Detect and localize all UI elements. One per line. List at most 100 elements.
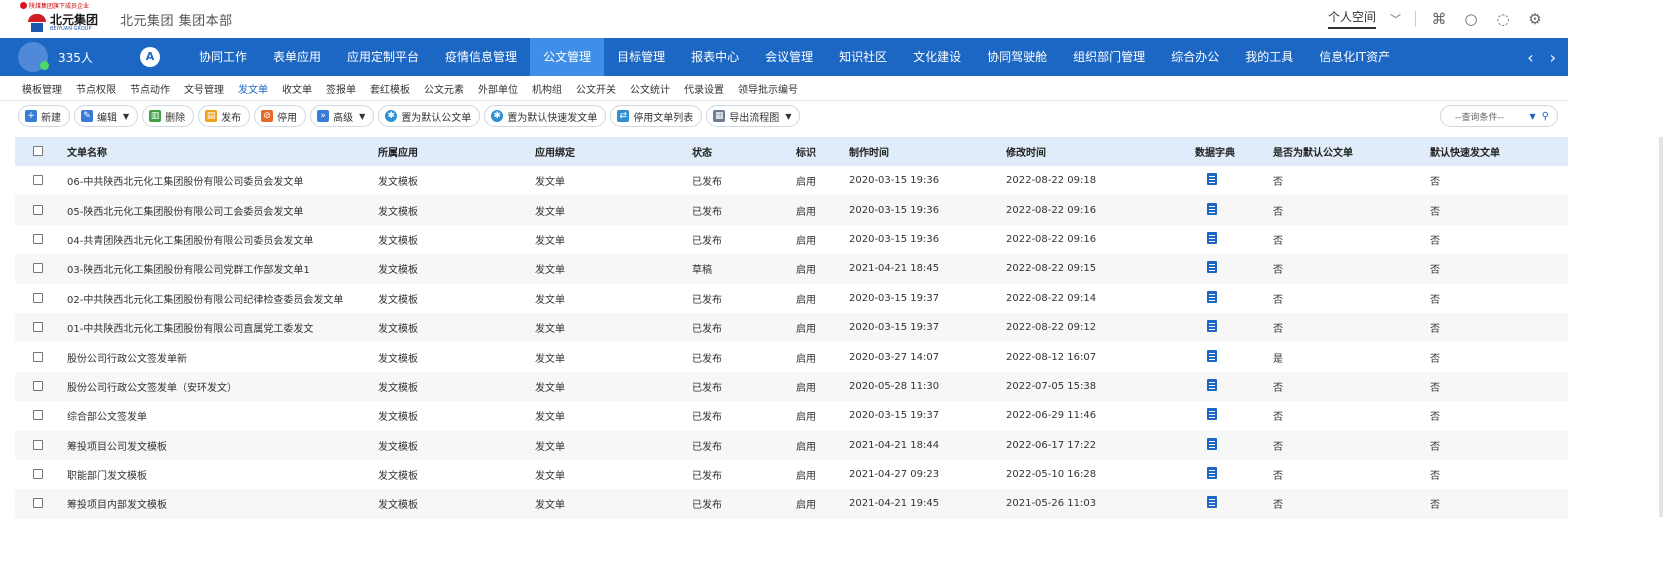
set-default-button[interactable]: ✱ 置为默认公文单 <box>378 105 481 127</box>
disabled-list-button[interactable]: ⇄ 停用文单列表 <box>610 105 703 127</box>
data-dictionary-icon[interactable] <box>1207 173 1217 186</box>
row-checkbox[interactable] <box>33 410 43 421</box>
nav-item[interactable]: 会议管理 <box>752 38 826 76</box>
data-dictionary-icon[interactable] <box>1207 231 1217 244</box>
column-header[interactable]: 应用绑定 <box>529 137 686 166</box>
chevron-down-icon[interactable]: ▼ <box>1530 112 1536 121</box>
table-cell[interactable]: 02-中共陕西北元化工集团股份有限公司纪律检查委员会发文单 <box>61 284 372 313</box>
nav-item[interactable]: 公文管理 <box>530 38 605 76</box>
sub-tab[interactable]: 机构组 <box>532 81 562 96</box>
data-dictionary-icon[interactable] <box>1207 378 1217 391</box>
data-dictionary-icon[interactable] <box>1207 408 1217 421</box>
column-header[interactable]: 是否为默认公文单 <box>1267 137 1424 166</box>
sub-tab[interactable]: 模板管理 <box>22 81 62 96</box>
personal-space-link[interactable]: 个人空间 <box>1327 8 1376 29</box>
row-checkbox[interactable] <box>33 498 43 509</box>
nav-next-icon[interactable]: › <box>1550 48 1556 67</box>
sub-tab[interactable]: 公文统计 <box>630 81 670 96</box>
table-cell[interactable]: 03-陕西北元化工集团股份有限公司党群工作部发文单1 <box>61 254 372 283</box>
table-row[interactable]: 股份公司行政公文签发单（安环发文） 发文模板 发文单 已发布 启用 2020-05-28 … <box>15 371 1568 402</box>
table-cell[interactable]: 01-中共陕西北元化工集团股份有限公司直属党工委发文 <box>61 313 372 342</box>
search-icon[interactable]: ○ <box>1462 10 1480 28</box>
table-cell[interactable]: 筹投项目公司发文模板 <box>61 431 372 460</box>
table-row[interactable]: 03-陕西北元化工集团股份有限公司党群工作部发文单1 发文模板 发文单 草稿 启用 202… <box>15 254 1568 284</box>
row-checkbox[interactable] <box>33 263 43 274</box>
row-checkbox[interactable] <box>33 469 43 480</box>
table-row[interactable]: 01-中共陕西北元化工集团股份有限公司直属党工委发文 发文模板 发文单 已发布 启用 20… <box>15 312 1568 343</box>
nav-item[interactable]: 文化建设 <box>900 38 974 76</box>
table-cell[interactable]: 股份公司行政公文签发单新 <box>61 342 372 371</box>
settings-gear-icon[interactable]: ⚙ <box>1526 10 1544 28</box>
sub-tab[interactable]: 领导批示编号 <box>738 81 798 96</box>
column-header[interactable]: 所属应用 <box>372 137 529 166</box>
a-badge-icon[interactable]: A <box>140 47 160 67</box>
select-all-checkbox[interactable] <box>33 146 43 156</box>
column-header[interactable]: 默认快速发文单 <box>1424 137 1568 166</box>
table-row[interactable]: 职能部门发文模板 发文模板 发文单 已发布 启用 2021-04-27 09:23 2022… <box>15 460 1568 489</box>
column-header[interactable]: 修改时间 <box>1000 137 1157 166</box>
row-checkbox[interactable] <box>33 292 43 303</box>
disable-button[interactable]: ⊘ 停用 <box>254 105 307 127</box>
nav-item[interactable]: 表单应用 <box>260 38 334 76</box>
nav-item[interactable]: 知识社区 <box>826 38 900 76</box>
data-dictionary-icon[interactable] <box>1207 349 1217 362</box>
nav-item[interactable]: 我的工具 <box>1232 38 1306 76</box>
set-default-quick-button[interactable]: ✱ 置为默认快速发文单 <box>484 105 607 127</box>
sub-tab[interactable]: 外部单位 <box>478 81 518 96</box>
sub-tab[interactable]: 文号管理 <box>184 81 224 96</box>
table-row[interactable]: 筹投项目公司发文模板 发文模板 发文单 已发布 启用 2021-04-21 18:44 20… <box>15 430 1568 460</box>
user-avatar[interactable] <box>18 42 49 72</box>
data-dictionary-icon[interactable] <box>1207 496 1217 509</box>
sub-tab[interactable]: 节点动作 <box>130 81 170 96</box>
nav-item[interactable]: 应用定制平台 <box>334 38 432 76</box>
column-header[interactable]: 标识 <box>790 137 843 166</box>
new-button[interactable]: + 新建 <box>18 105 70 127</box>
nav-item[interactable]: 疫情信息管理 <box>432 38 530 76</box>
sub-tab[interactable]: 收文单 <box>282 81 312 96</box>
data-dictionary-icon[interactable] <box>1207 437 1217 450</box>
nav-item[interactable]: 组织部门管理 <box>1060 38 1158 76</box>
table-cell[interactable]: 筹投项目内部发文模板 <box>61 489 372 518</box>
sub-tab[interactable]: 节点权限 <box>76 81 116 96</box>
chevron-down-icon[interactable]: ﹀ <box>1390 11 1401 27</box>
table-cell[interactable]: 综合部公文签发单 <box>61 401 372 430</box>
table-row[interactable]: 筹投项目内部发文模板 发文模板 发文单 已发布 启用 2021-04-21 19:45 20… <box>15 489 1568 519</box>
nav-prev-icon[interactable]: ‹ <box>1527 48 1533 67</box>
delete-button[interactable]: ▥ 删除 <box>142 105 195 127</box>
nav-item[interactable]: 报表中心 <box>678 38 752 76</box>
company-logo[interactable]: 陕煤集团旗下成员企业 北元集团 BEIYUAN GROUP <box>20 1 108 37</box>
headcount[interactable]: 335人 <box>58 49 93 66</box>
column-header[interactable]: 状态 <box>686 137 790 166</box>
nav-item[interactable]: 综合办公 <box>1158 38 1232 76</box>
column-header[interactable]: 数据字典 <box>1157 137 1267 166</box>
nav-item[interactable]: 目标管理 <box>604 38 678 76</box>
nav-item[interactable]: 协同驾驶舱 <box>974 38 1060 76</box>
data-dictionary-icon[interactable] <box>1207 202 1217 215</box>
row-checkbox[interactable] <box>33 439 43 450</box>
table-cell[interactable]: 04-共青团陕西北元化工集团股份有限公司委员会发文单 <box>61 225 372 254</box>
table-row[interactable]: 02-中共陕西北元化工集团股份有限公司纪律检查委员会发文单 发文模板 发文单 已发布 启… <box>15 284 1568 313</box>
table-cell[interactable]: 06-中共陕西北元化工集团股份有限公司委员会发文单 <box>61 166 372 195</box>
table-row[interactable]: 04-共青团陕西北元化工集团股份有限公司委员会发文单 发文模板 发文单 已发布 启用 20… <box>15 225 1568 254</box>
sub-tab[interactable]: 签报单 <box>326 81 356 96</box>
row-checkbox[interactable] <box>33 175 43 186</box>
nav-item[interactable]: 协同工作 <box>186 38 260 76</box>
column-header[interactable]: 制作时间 <box>843 137 1000 166</box>
row-checkbox[interactable] <box>33 351 43 362</box>
sub-tab[interactable]: 套红模板 <box>370 81 410 96</box>
sub-tab[interactable]: 公文元素 <box>424 81 464 96</box>
row-checkbox[interactable] <box>33 233 43 244</box>
row-checkbox[interactable] <box>33 204 43 215</box>
table-row[interactable]: 股份公司行政公文签发单新 发文模板 发文单 已发布 启用 2020-03-27 14:07… <box>15 342 1568 371</box>
table-row[interactable]: 综合部公文签发单 发文模板 发文单 已发布 启用 2020-03-15 19:37 2022… <box>15 401 1568 430</box>
table-row[interactable]: 06-中共陕西北元化工集团股份有限公司委员会发文单 发文模板 发文单 已发布 启用 202… <box>15 166 1568 195</box>
row-checkbox[interactable] <box>33 322 43 333</box>
sub-tab[interactable]: 发文单 <box>238 81 268 96</box>
export-flow-button[interactable]: ▦ 导出流程图 ▼ <box>706 105 801 127</box>
edit-button[interactable]: ✎ 编辑 ▼ <box>74 105 139 127</box>
sub-tab[interactable]: 公文开关 <box>576 81 616 96</box>
table-cell[interactable]: 职能部门发文模板 <box>61 460 372 489</box>
sub-tab[interactable]: 代录设置 <box>684 81 724 96</box>
nav-item[interactable]: 信息化IT资产 <box>1306 38 1403 76</box>
advanced-button[interactable]: » 高级 ▼ <box>310 105 375 127</box>
